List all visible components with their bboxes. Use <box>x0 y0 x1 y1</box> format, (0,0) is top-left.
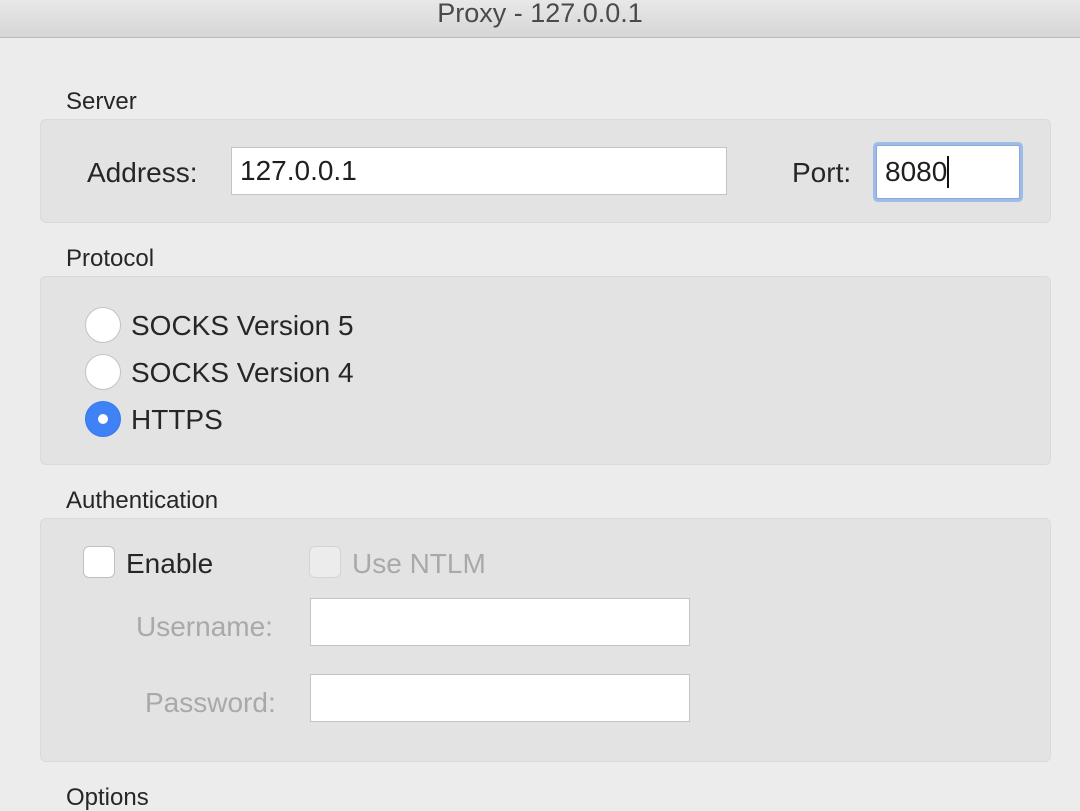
options-section-label: Options <box>66 784 149 811</box>
protocol-section-label: Protocol <box>66 245 155 272</box>
address-field[interactable]: 127.0.0.1 <box>231 147 727 195</box>
port-label: Port: <box>792 157 852 188</box>
text-caret <box>947 155 950 188</box>
username-field[interactable] <box>310 598 690 646</box>
password-field[interactable] <box>310 674 690 722</box>
port-field[interactable]: 8080 <box>876 145 1020 199</box>
address-value: 127.0.0.1 <box>240 155 357 186</box>
password-label: Password: <box>145 687 276 718</box>
socks5-radio[interactable] <box>85 307 121 343</box>
radio-selected-dot <box>98 414 108 424</box>
address-label: Address: <box>87 157 198 188</box>
socks4-radio[interactable] <box>85 354 121 390</box>
use-ntlm-label[interactable]: Use NTLM <box>352 548 486 580</box>
title-bar[interactable]: Proxy - 127.0.0.1 <box>0 0 1080 38</box>
username-label: Username: <box>136 611 273 642</box>
server-section-label: Server <box>66 88 137 115</box>
socks5-label[interactable]: SOCKS Version 5 <box>131 310 354 342</box>
use-ntlm-checkbox[interactable] <box>309 546 341 578</box>
window-title: Proxy - 127.0.0.1 <box>437 0 643 28</box>
socks4-label[interactable]: SOCKS Version 4 <box>131 357 354 389</box>
server-group: Address: 127.0.0.1 Port: 8080 <box>40 119 1051 223</box>
protocol-group: SOCKS Version 5 SOCKS Version 4 HTTPS <box>40 276 1051 465</box>
enable-checkbox[interactable] <box>83 546 115 578</box>
https-radio[interactable] <box>85 401 121 437</box>
authentication-group: Enable Use NTLM Username: Password: <box>40 518 1051 762</box>
port-value: 8080 <box>885 156 948 187</box>
enable-label[interactable]: Enable <box>126 548 213 580</box>
proxy-window: Proxy - 127.0.0.1 Server Address: 127.0.… <box>0 0 1080 811</box>
https-label[interactable]: HTTPS <box>131 404 223 436</box>
authentication-section-label: Authentication <box>66 487 219 514</box>
